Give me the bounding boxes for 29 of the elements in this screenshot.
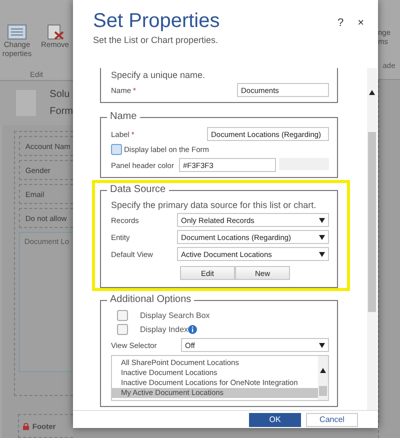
form-title: Solu [50, 89, 71, 100]
caret-icon [369, 90, 375, 95]
help-button[interactable]: ? [337, 16, 344, 30]
scrollbar[interactable] [367, 68, 377, 410]
caret-icon [319, 218, 325, 222]
cancel-button[interactable]: Cancel [306, 412, 358, 426]
checkbox[interactable] [117, 310, 128, 321]
checkbox-label: Display Search Box [140, 311, 210, 320]
section-legend: Name [107, 111, 140, 122]
lock-icon [23, 422, 30, 430]
caret-icon [320, 368, 326, 373]
form-icon [7, 24, 27, 40]
dialog-title: Set Properties [93, 10, 221, 33]
section-hint: Specify the primary data source for this list or chart. [111, 200, 318, 210]
caret-icon [319, 252, 325, 256]
section-legend: Additional Options [107, 294, 194, 305]
checkbox[interactable] [117, 324, 128, 335]
checkbox-label: Display Index [140, 325, 188, 334]
dialog-subtitle: Set the List or Chart properties. [93, 35, 220, 45]
caret-icon [319, 342, 325, 348]
ok-button[interactable]: OK [249, 412, 301, 426]
close-button[interactable]: × [358, 16, 364, 30]
caret-icon [319, 234, 325, 240]
scrollbar[interactable] [318, 356, 328, 400]
checkbox[interactable] [111, 144, 122, 155]
section-hint: Specify a unique name. [111, 70, 206, 80]
form-subtitle: Form [50, 106, 73, 117]
section-legend: Data Source [107, 184, 169, 195]
remove-icon [45, 24, 65, 40]
